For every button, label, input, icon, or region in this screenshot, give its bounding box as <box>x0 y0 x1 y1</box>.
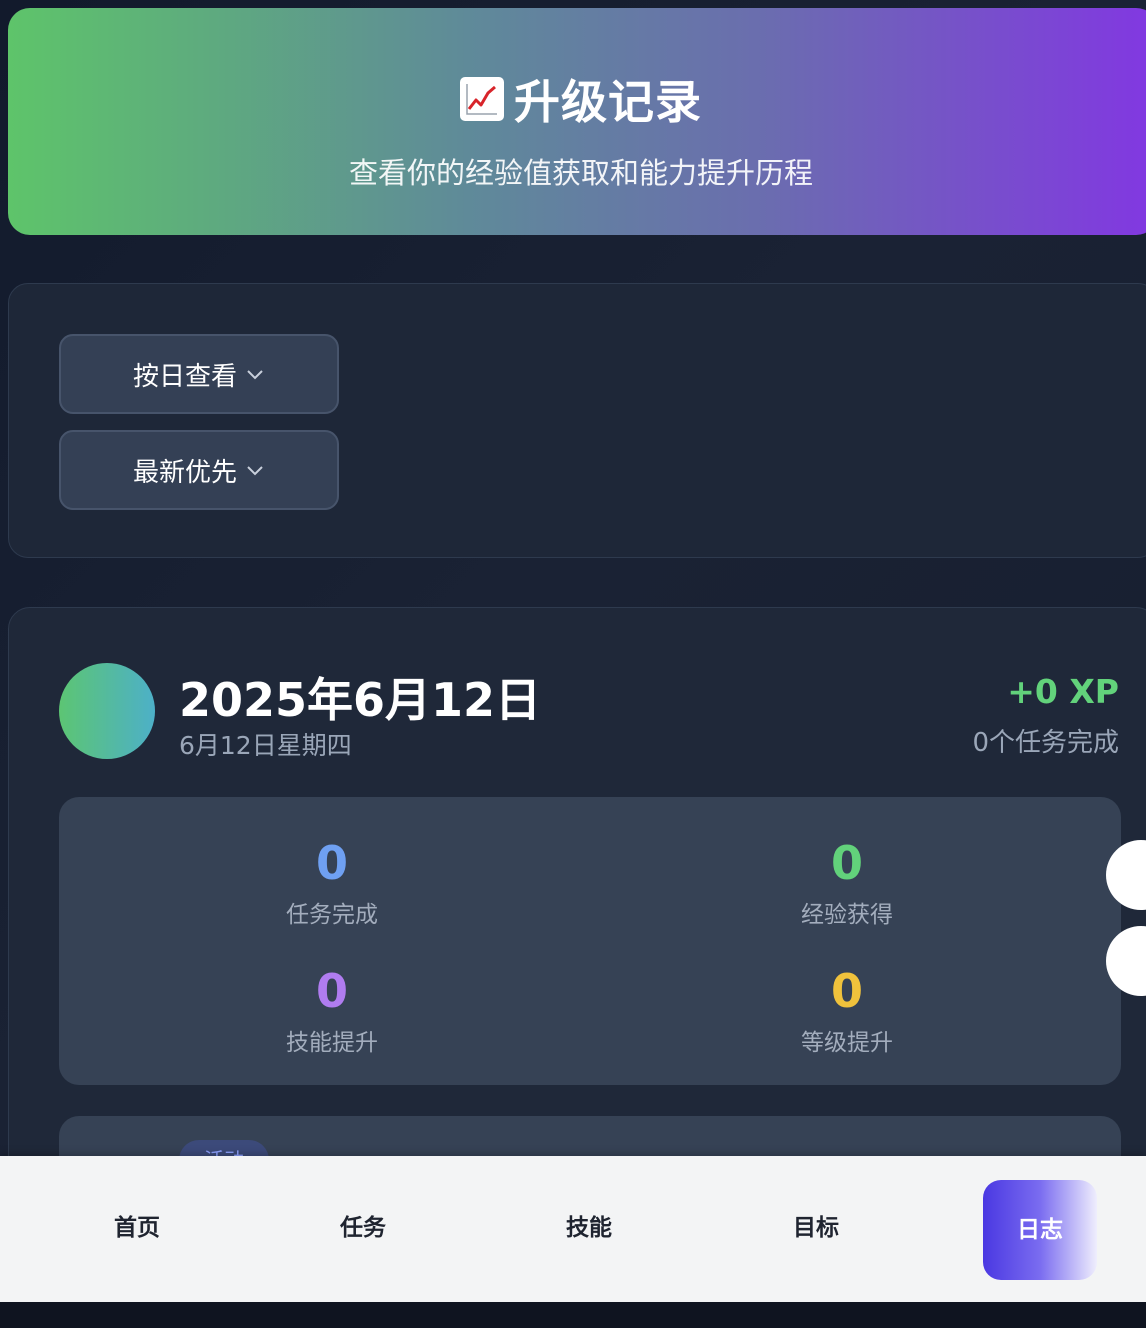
nav-item-skills[interactable]: 技能 <box>529 1208 649 1242</box>
stat-value: 0 <box>315 964 348 1018</box>
bottom-bar-strip <box>0 1302 1146 1328</box>
stat-label: 经验获得 <box>801 902 893 928</box>
chevron-down-icon <box>247 466 263 476</box>
nav-item-tasks[interactable]: 任务 <box>303 1208 423 1242</box>
stat-skills-improved: 0 技能提升 <box>182 965 482 1057</box>
stat-label: 技能提升 <box>286 1030 378 1056</box>
stat-level-ups: 0 等级提升 <box>697 965 997 1057</box>
stat-value: 0 <box>315 836 348 890</box>
stat-xp-earned: 0 经验获得 <box>697 837 997 929</box>
filter-panel: 按日查看 最新优先 <box>8 283 1146 558</box>
page-title-text: 升级记录 <box>514 75 702 129</box>
bottom-navigation: 首页 任务 技能 目标 日志 <box>0 1156 1146 1302</box>
stat-value: 0 <box>830 964 863 1018</box>
stat-tasks-completed: 0 任务完成 <box>182 837 482 929</box>
page-subtitle: 查看你的经验值获取和能力提升历程 <box>348 156 813 190</box>
nav-item-goals[interactable]: 目标 <box>756 1208 876 1242</box>
page-header: 升级记录 查看你的经验值获取和能力提升历程 <box>8 8 1146 235</box>
view-mode-select[interactable]: 按日查看 <box>59 334 339 414</box>
sort-order-select[interactable]: 最新优先 <box>59 430 339 510</box>
stat-label: 等级提升 <box>801 1030 893 1056</box>
stat-label: 任务完成 <box>286 902 378 928</box>
day-avatar <box>59 663 155 759</box>
xp-gained: +0 XP <box>1007 672 1119 711</box>
date-title: 2025年6月12日 <box>179 673 542 727</box>
page-title: 升级记录 <box>8 66 1146 132</box>
chart-increasing-icon <box>460 77 504 121</box>
nav-item-log[interactable]: 日志 <box>983 1180 1097 1280</box>
day-stats-panel: 0 任务完成 0 经验获得 0 技能提升 0 等级提升 <box>59 797 1121 1085</box>
nav-item-home[interactable]: 首页 <box>77 1208 197 1242</box>
tasks-done-count: 0个任务完成 <box>972 728 1119 758</box>
sort-order-label: 最新优先 <box>132 457 237 488</box>
chevron-down-icon <box>247 370 263 380</box>
view-mode-label: 按日查看 <box>132 361 237 392</box>
stat-value: 0 <box>830 836 863 890</box>
weekday-label: 6月12日星期四 <box>179 731 352 760</box>
